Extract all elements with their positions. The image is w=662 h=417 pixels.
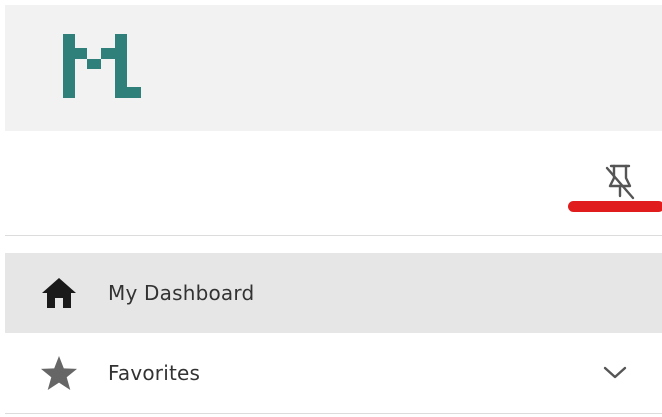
unpin-icon[interactable] xyxy=(601,161,639,203)
pin-toolbar xyxy=(5,131,662,235)
home-icon xyxy=(39,274,79,312)
star-icon xyxy=(39,354,79,392)
nav-item-my-dashboard[interactable]: My Dashboard xyxy=(5,253,662,333)
divider xyxy=(5,413,662,414)
mainframe-logo-icon[interactable] xyxy=(63,34,147,106)
sidebar: My Dashboard Favorites xyxy=(0,0,662,417)
brand-header xyxy=(5,5,662,131)
divider xyxy=(5,235,662,236)
chevron-down-icon[interactable] xyxy=(601,359,629,387)
nav-item-label: My Dashboard xyxy=(108,281,255,305)
nav-item-favorites[interactable]: Favorites xyxy=(5,333,662,413)
highlight-underline xyxy=(568,201,662,212)
nav-item-label: Favorites xyxy=(108,361,201,385)
